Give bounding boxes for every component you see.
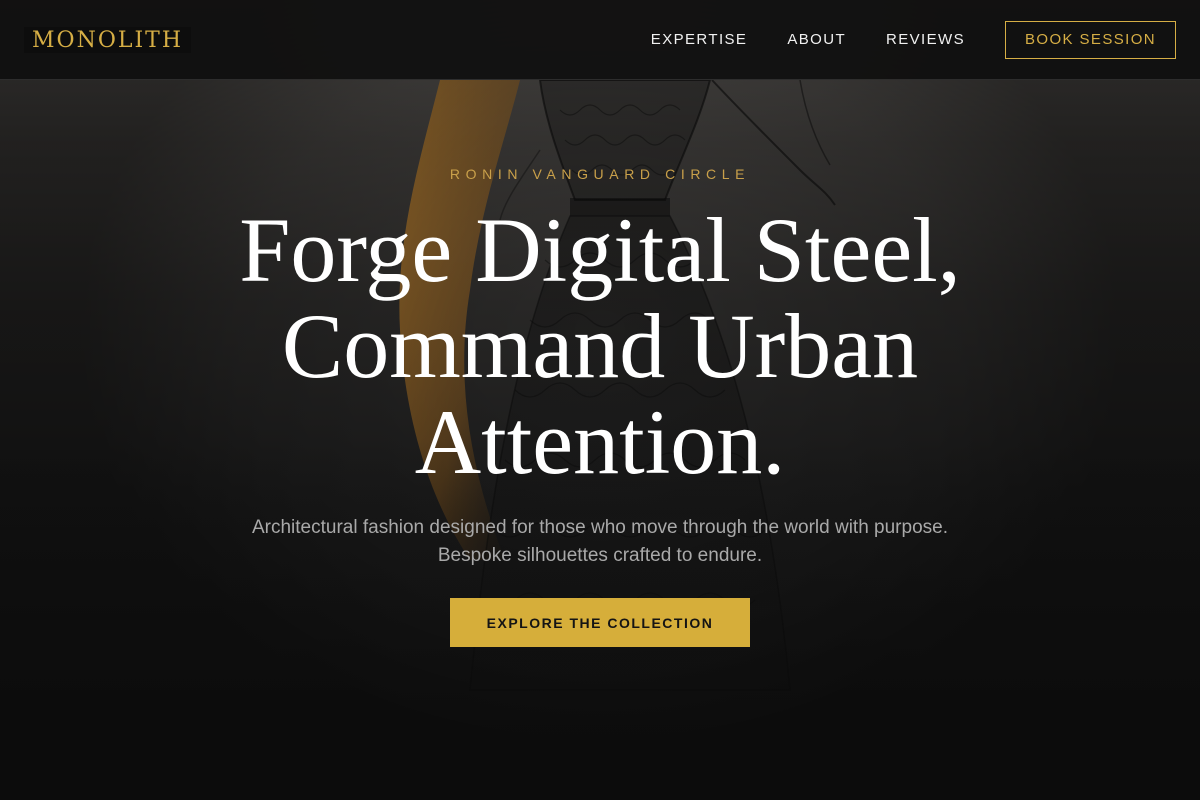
nav-link-about[interactable]: ABOUT [787, 31, 846, 48]
hero-headline-line-1: Forge Digital Steel, [239, 199, 961, 301]
site-header: MONOLITH EXPERTISE ABOUT REVIEWS BOOK SE… [0, 0, 1200, 80]
nav-link-expertise[interactable]: EXPERTISE [651, 31, 748, 48]
explore-collection-button[interactable]: EXPLORE THE COLLECTION [450, 598, 750, 647]
nav-link-reviews[interactable]: REVIEWS [886, 31, 965, 48]
hero-headline-line-3: Attention. [414, 391, 786, 493]
hero-headline: Forge Digital Steel, Command Urban Atten… [150, 202, 1050, 490]
hero-headline-line-2: Command Urban [281, 295, 919, 397]
hero-section: RONIN VANGUARD CIRCLE Forge Digital Stee… [0, 0, 1200, 800]
page: MONOLITH EXPERTISE ABOUT REVIEWS BOOK SE… [0, 0, 1200, 800]
logo[interactable]: MONOLITH [24, 26, 192, 53]
hero-eyebrow: RONIN VANGUARD CIRCLE [449, 166, 751, 182]
hero-subtext: Architectural fashion designed for those… [251, 517, 948, 566]
book-session-button[interactable]: BOOK SESSION [1005, 20, 1176, 59]
main-nav: EXPERTISE ABOUT REVIEWS BOOK SESSION [651, 20, 1176, 59]
